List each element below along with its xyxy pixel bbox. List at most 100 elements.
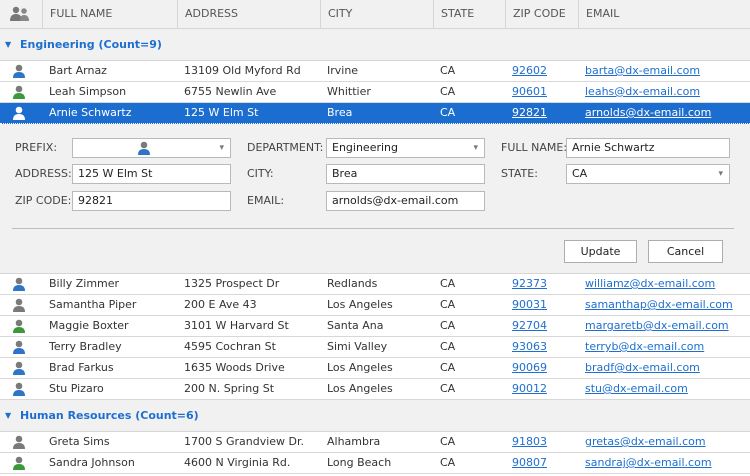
cell-city: Long Beach (327, 456, 392, 469)
state-dropdown[interactable]: CA (566, 164, 730, 184)
table-row[interactable]: Sandra Johnson 4600 N Virginia Rd. Long Be… (0, 453, 750, 474)
male-icon (12, 277, 26, 291)
state-label: STATE: (501, 167, 538, 180)
zip-code-label: ZIP CODE: (15, 194, 72, 207)
prefix-dropdown[interactable] (72, 138, 231, 158)
table-row[interactable]: Greta Sims 1700 S Grandview Dr. Alhambra CA… (0, 432, 750, 453)
cell-zip[interactable]: 91803 (512, 432, 547, 452)
male-icon (137, 141, 151, 161)
cell-state: CA (440, 319, 456, 332)
email-input[interactable]: arnolds@dx-email.com (326, 191, 485, 211)
cell-state: CA (440, 64, 456, 77)
cell-zip[interactable]: 90012 (512, 379, 547, 399)
cell-email[interactable]: stu@dx-email.com (585, 379, 688, 399)
column-header-email[interactable]: EMAIL (578, 0, 750, 28)
cell-state: CA (440, 298, 456, 311)
cell-email[interactable]: gretas@dx-email.com (585, 432, 706, 452)
cell-address: 4595 Cochran St (184, 340, 276, 353)
column-header-state[interactable]: STATE (433, 0, 505, 28)
cell-zip[interactable]: 93063 (512, 337, 547, 357)
table-row[interactable]: Maggie Boxter 3101 W Harvard St Santa Ana C… (0, 316, 750, 337)
table-row[interactable]: Leah Simpson 6755 Newlin Ave Whittier CA 906… (0, 82, 750, 103)
cell-address: 4600 N Virginia Rd. (184, 456, 291, 469)
group-row[interactable]: ▼ Engineering (Count=9) (0, 29, 750, 61)
male-icon (12, 382, 26, 396)
cell-address: 6755 Newlin Ave (184, 85, 277, 98)
table-row[interactable]: Terry Bradley 4595 Cochran St Simi Valley C… (0, 337, 750, 358)
cell-city: Irvine (327, 64, 359, 77)
chevron-down-icon[interactable]: ▼ (5, 29, 11, 61)
cell-name: Terry Bradley (49, 340, 122, 353)
cell-city: Simi Valley (327, 340, 388, 353)
cell-email[interactable]: margaretb@dx-email.com (585, 316, 729, 336)
cell-email[interactable]: terryb@dx-email.com (585, 337, 704, 357)
cell-state: CA (440, 456, 456, 469)
table-row[interactable]: Billy Zimmer 1325 Prospect Dr Redlands CA 92… (0, 274, 750, 295)
cell-zip[interactable]: 92373 (512, 274, 547, 294)
cell-zip[interactable]: 90069 (512, 358, 547, 378)
cell-email[interactable]: williamz@dx-email.com (585, 274, 715, 294)
table-row[interactable]: Arnie Schwartz 125 W Elm St Brea CA 92821 arn… (0, 103, 750, 124)
cell-state: CA (440, 435, 456, 448)
column-header-full-name[interactable]: FULL NAME (42, 0, 177, 28)
city-input[interactable]: Brea (326, 164, 485, 184)
cell-address: 1700 S Grandview Dr. (184, 435, 305, 448)
female-icon (12, 319, 26, 333)
cell-zip[interactable]: 90601 (512, 82, 547, 102)
cell-zip[interactable]: 92704 (512, 316, 547, 336)
cancel-button[interactable]: Cancel (648, 240, 723, 263)
divider (12, 228, 734, 229)
address-input[interactable]: 125 W Elm St (72, 164, 231, 184)
update-button[interactable]: Update (564, 240, 637, 263)
cell-zip[interactable]: 92821 (512, 103, 547, 123)
cell-state: CA (440, 340, 456, 353)
male-icon (12, 340, 26, 354)
chevron-down-icon[interactable]: ▼ (5, 400, 11, 432)
cell-name: Maggie Boxter (49, 319, 129, 332)
cell-email[interactable]: leahs@dx-email.com (585, 82, 700, 102)
cell-name: Billy Zimmer (49, 277, 120, 290)
cell-address: 13109 Old Myford Rd (184, 64, 301, 77)
people-icon[interactable] (10, 6, 30, 25)
female-icon (12, 85, 26, 99)
city-label: CITY: (247, 167, 274, 180)
column-header-city[interactable]: CITY (320, 0, 433, 28)
cell-state: CA (440, 85, 456, 98)
group-row[interactable]: ▼ Human Resources (Count=6) (0, 400, 750, 432)
cell-zip[interactable]: 90031 (512, 295, 547, 315)
cell-address: 200 N. Spring St (184, 382, 275, 395)
column-header-address[interactable]: ADDRESS (177, 0, 320, 28)
email-label: EMAIL: (247, 194, 285, 207)
cell-name: Brad Farkus (49, 361, 114, 374)
table-row[interactable]: Stu Pizaro 200 N. Spring St Los Angeles CA 9… (0, 379, 750, 400)
table-row[interactable]: Bart Arnaz 13109 Old Myford Rd Irvine CA 926… (0, 61, 750, 82)
cell-email[interactable]: samanthap@dx-email.com (585, 295, 733, 315)
full-name-input[interactable]: Arnie Schwartz (566, 138, 730, 158)
cell-name: Greta Sims (49, 435, 110, 448)
female-icon (12, 456, 26, 470)
department-dropdown[interactable]: Engineering (326, 138, 485, 158)
cell-name: Leah Simpson (49, 85, 127, 98)
column-header-zip-code[interactable]: ZIP CODE (505, 0, 578, 28)
cell-name: Samantha Piper (49, 298, 137, 311)
person-icon (12, 435, 26, 449)
cell-name: Stu Pizaro (49, 382, 104, 395)
cell-city: Santa Ana (327, 319, 384, 332)
zip-code-input[interactable]: 92821 (72, 191, 231, 211)
cell-state: CA (440, 106, 456, 119)
cell-email[interactable]: bradf@dx-email.com (585, 358, 700, 378)
group-label: Human Resources (Count=6) (20, 409, 199, 422)
cell-zip[interactable]: 92602 (512, 61, 547, 81)
cell-city: Los Angeles (327, 382, 393, 395)
cell-email[interactable]: barta@dx-email.com (585, 61, 700, 81)
cell-city: Alhambra (327, 435, 381, 448)
cell-zip[interactable]: 90807 (512, 453, 547, 473)
table-row[interactable]: Samantha Piper 200 E Ave 43 Los Angeles CA 9… (0, 295, 750, 316)
table-row[interactable]: Brad Farkus 1635 Woods Drive Los Angeles CA… (0, 358, 750, 379)
grid-header: FULL NAME ADDRESS CITY STATE ZIP CODE EMAIL (0, 0, 750, 29)
male-icon (12, 361, 26, 375)
cell-city: Los Angeles (327, 298, 393, 311)
cell-email[interactable]: sandraj@dx-email.com (585, 453, 712, 473)
cell-email[interactable]: arnolds@dx-email.com (585, 103, 711, 123)
cell-name: Sandra Johnson (49, 456, 135, 469)
